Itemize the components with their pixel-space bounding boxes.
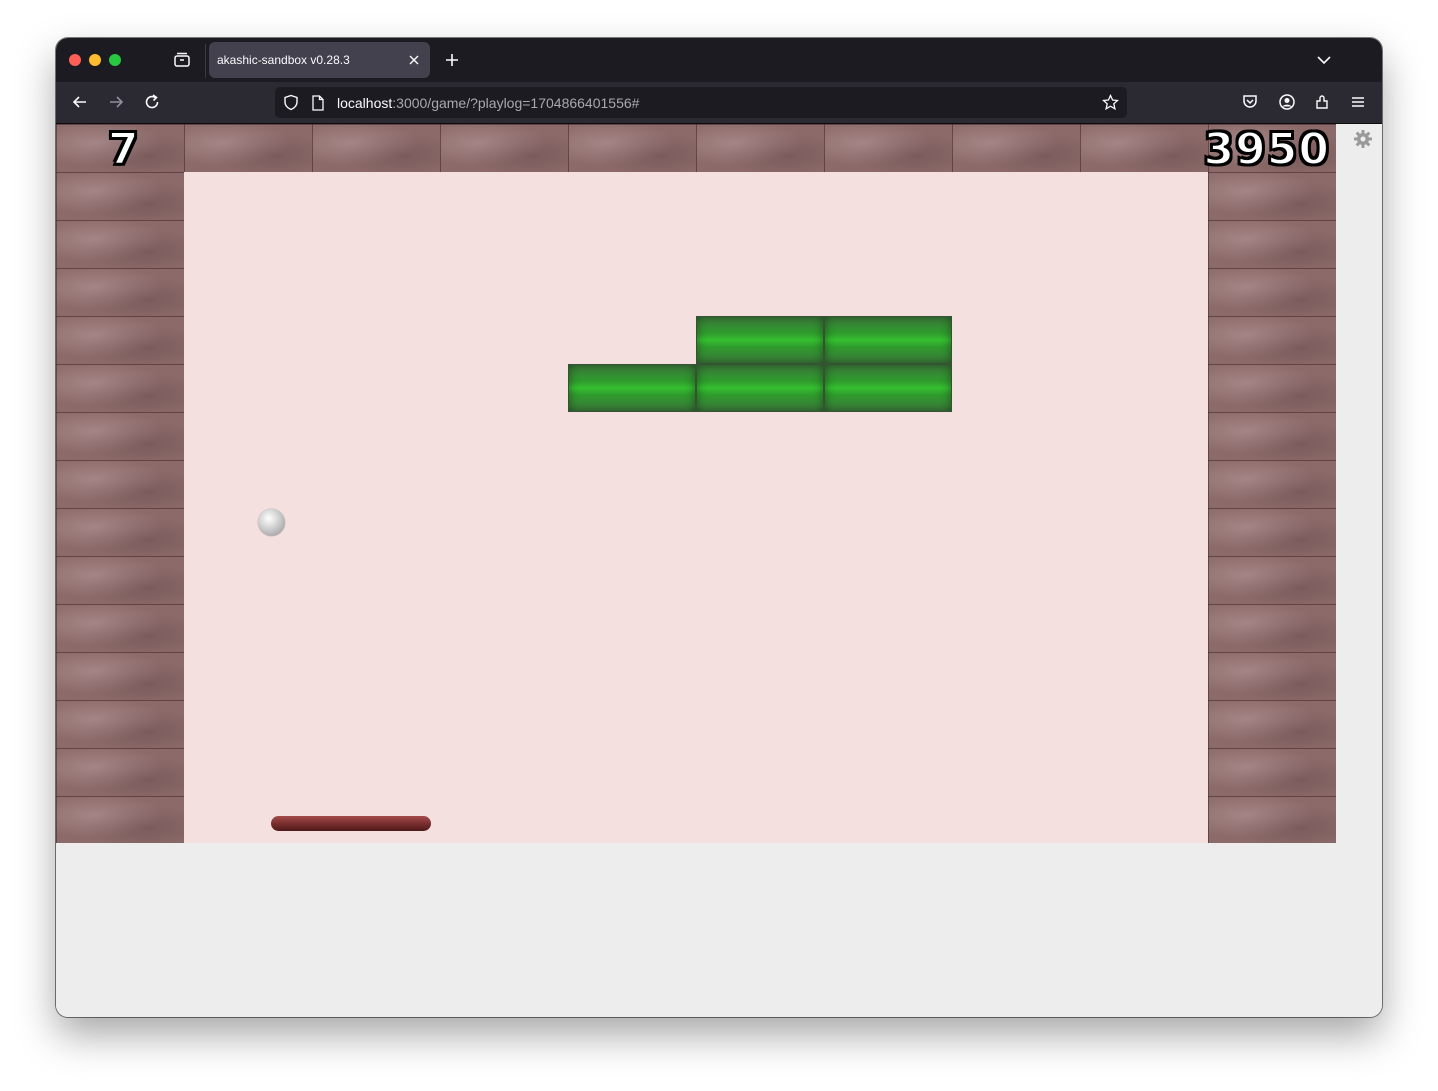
tab-separator (205, 44, 206, 78)
gear-icon[interactable] (1353, 129, 1373, 149)
minimize-window-button[interactable] (89, 54, 101, 66)
reload-icon[interactable] (141, 91, 163, 113)
brick (568, 364, 696, 412)
close-tab-icon[interactable] (406, 52, 422, 68)
menu-icon[interactable] (1347, 91, 1369, 113)
navigation-bar: localhost:3000/game/?playlog=17048664015… (56, 82, 1382, 124)
brick (824, 316, 952, 364)
ball (258, 509, 285, 536)
url-path: :3000/game/?playlog=1704866401556# (392, 95, 640, 111)
brick (696, 364, 824, 412)
extensions-icon[interactable] (1312, 91, 1334, 113)
brick (696, 316, 824, 364)
close-window-button[interactable] (69, 54, 81, 66)
forward-arrow-icon[interactable] (105, 91, 127, 113)
maximize-window-button[interactable] (109, 54, 121, 66)
new-tab-icon[interactable] (442, 50, 462, 70)
url-host: localhost (337, 95, 393, 111)
pocket-icon[interactable] (1239, 91, 1261, 113)
page-content: 7 3950 (56, 124, 1382, 1017)
tab-title: akashic-sandbox v0.28.3 (217, 53, 350, 67)
brick (824, 364, 952, 412)
lives-counter: 7 (107, 124, 140, 175)
shield-icon[interactable] (283, 94, 299, 116)
tab-bar: akashic-sandbox v0.28.3 (56, 38, 1382, 82)
score-counter: 3950 (1203, 124, 1330, 175)
back-arrow-icon[interactable] (69, 91, 91, 113)
browser-window: akashic-sandbox v0.28.3 localhost:3000/g… (56, 38, 1382, 1017)
url-bar[interactable]: localhost:3000/game/?playlog=17048664015… (275, 87, 1127, 118)
account-icon[interactable] (1276, 91, 1298, 113)
tab-active[interactable]: akashic-sandbox v0.28.3 (209, 42, 430, 78)
paddle[interactable] (271, 816, 431, 831)
page-icon (311, 95, 325, 116)
bookmark-star-icon[interactable] (1101, 93, 1120, 116)
tab-overview-icon[interactable] (169, 49, 195, 71)
url-text[interactable]: localhost:3000/game/?playlog=17048664015… (337, 95, 639, 111)
playfield (184, 172, 1208, 843)
game-canvas[interactable]: 7 3950 (56, 124, 1336, 843)
chevron-down-icon[interactable] (1316, 52, 1332, 68)
